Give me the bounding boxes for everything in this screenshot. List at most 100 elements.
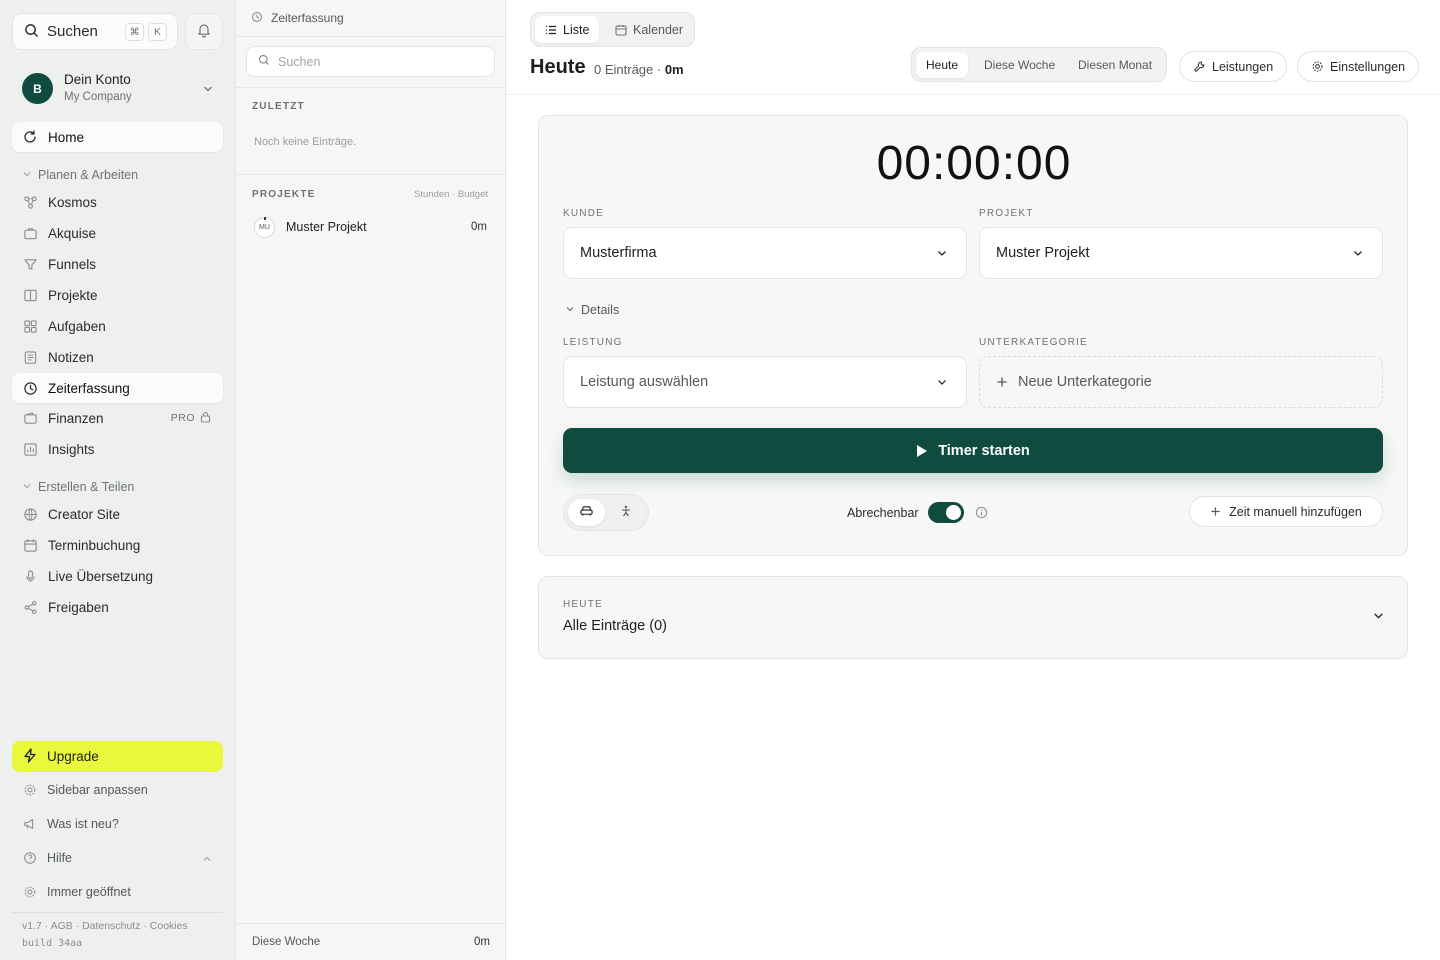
- calendar-icon: [615, 24, 627, 36]
- group-label: Erstellen & Teilen: [38, 480, 135, 494]
- subcategory-label: UNTERKATEGORIE: [979, 337, 1088, 348]
- settings-label: Einstellungen: [1330, 59, 1406, 74]
- sidebar-item-label: Live Übersetzung: [48, 568, 154, 584]
- sidebar-item-projekte[interactable]: Projekte: [12, 280, 223, 310]
- upgrade-button[interactable]: Upgrade: [12, 741, 223, 772]
- sidebar-item-label: Freigaben: [48, 599, 109, 615]
- tab-label: Liste: [563, 22, 590, 37]
- chevron-down-icon: [1352, 247, 1364, 263]
- settings-button[interactable]: Einstellungen: [1297, 51, 1420, 82]
- sidebar-item-akquise[interactable]: Akquise: [12, 218, 223, 248]
- chevron-down-icon: [936, 247, 948, 263]
- help-link[interactable]: Hilfe: [22, 851, 212, 865]
- tab-liste[interactable]: Liste: [535, 16, 600, 43]
- tab-kalender[interactable]: Kalender: [605, 16, 693, 43]
- sidebar-item-finanzen[interactable]: Finanzen PRO: [12, 403, 223, 433]
- chevron-down-icon: [565, 303, 575, 317]
- manual-time-label: Zeit manuell hinzufügen: [1229, 504, 1362, 519]
- sidebar-item-insights[interactable]: Insights: [12, 434, 223, 464]
- project-value: Muster Projekt: [996, 245, 1090, 261]
- client-select[interactable]: Musterfirma: [563, 227, 967, 279]
- whats-new-link[interactable]: Was ist neu?: [22, 817, 119, 831]
- network-icon: [22, 194, 38, 210]
- account-name: Dein Konto: [64, 72, 131, 87]
- gear-icon: [1311, 60, 1324, 73]
- tab-heute[interactable]: Heute: [916, 52, 969, 78]
- entries-card[interactable]: HEUTE Alle Einträge (0): [538, 576, 1408, 659]
- group-planen-arbeiten[interactable]: Planen & Arbeiten: [22, 168, 138, 182]
- total-duration: 0m: [664, 62, 684, 77]
- share-icon: [22, 599, 38, 615]
- plus-icon: [1210, 506, 1221, 517]
- sidebar-item-label: Aufgaben: [48, 318, 106, 334]
- project-hours: 0m: [471, 221, 487, 233]
- sidebar-customize-link[interactable]: Sidebar anpassen: [22, 783, 148, 797]
- page-title: Heute: [530, 56, 586, 78]
- notifications-button[interactable]: [185, 13, 223, 50]
- billable-label: Abrechenbar: [847, 505, 919, 520]
- chevron-down-icon: [936, 376, 948, 392]
- always-open-toggle[interactable]: Immer geöffnet: [22, 885, 131, 899]
- group-erstellen-teilen[interactable]: Erstellen & Teilen: [22, 480, 134, 494]
- start-timer-button[interactable]: Timer starten: [563, 428, 1383, 473]
- panel-header: Zeiterfassung: [236, 0, 506, 37]
- week-summary-value: 0m: [474, 936, 490, 948]
- plus-icon: [996, 376, 1008, 388]
- add-manual-time-button[interactable]: Zeit manuell hinzufügen: [1189, 496, 1383, 527]
- time-tracking-panel: Zeiterfassung ZULETZT Noch keine Einträg…: [236, 0, 506, 960]
- sidebar-item-aufgaben[interactable]: Aufgaben: [12, 311, 223, 341]
- sidebar-item-terminbuchung[interactable]: Terminbuchung: [12, 530, 223, 560]
- billable-switch[interactable]: [927, 502, 964, 523]
- tab-diese-woche[interactable]: Diese Woche: [974, 52, 1065, 78]
- project-select[interactable]: Muster Projekt: [979, 227, 1383, 279]
- play-icon: [916, 444, 928, 458]
- chart-icon: [22, 441, 38, 457]
- shortcut-key-k: K: [148, 23, 167, 41]
- timer-card: 00:00:00 KUNDE Musterfirma PROJEKT Muste…: [538, 115, 1408, 556]
- sidebar-item-funnels[interactable]: Funnels: [12, 249, 223, 279]
- columns-icon: [22, 287, 38, 303]
- recent-empty-text: Noch keine Einträge.: [254, 136, 357, 148]
- footer-item-label: Was ist neu?: [47, 817, 119, 831]
- service-select[interactable]: Leistung auswählen: [563, 356, 967, 408]
- briefcase-icon: [22, 225, 38, 241]
- global-search[interactable]: Suchen ⌘ K: [12, 13, 178, 50]
- sidebar-item-zeiterfassung[interactable]: Zeiterfassung: [12, 373, 223, 403]
- account-company: My Company: [64, 91, 132, 103]
- services-button[interactable]: Leistungen: [1179, 51, 1288, 82]
- sidebar-item-label: Akquise: [48, 225, 97, 241]
- sidebar-item-creator-site[interactable]: Creator Site: [12, 499, 223, 529]
- lightning-icon: [23, 747, 37, 766]
- sidebar-item-notizen[interactable]: Notizen: [12, 342, 223, 372]
- projects-meta: Stunden · Budget: [414, 189, 488, 200]
- megaphone-icon: [22, 817, 38, 831]
- divider: [236, 87, 506, 88]
- sidebar-item-freigaben[interactable]: Freigaben: [12, 592, 223, 622]
- week-summary: Diese Woche 0m: [236, 923, 506, 960]
- avatar: B: [22, 73, 53, 104]
- sidebar-item-home[interactable]: Home: [12, 122, 223, 152]
- divider: [236, 174, 506, 175]
- mode-office-button[interactable]: [568, 499, 605, 526]
- sofa-icon: [580, 505, 593, 520]
- wrench-icon: [1193, 60, 1206, 73]
- panel-search[interactable]: [246, 46, 495, 77]
- sidebar: Suchen ⌘ K B Dein Konto My Company Home …: [0, 0, 236, 960]
- sidebar-item-kosmos[interactable]: Kosmos: [12, 187, 223, 217]
- version-links[interactable]: v1.7 · AGB · Datenschutz · Cookies: [22, 920, 188, 932]
- view-toggle: Liste Kalender: [530, 12, 695, 47]
- project-row[interactable]: MU Muster Projekt 0m: [246, 212, 495, 242]
- tab-diesen-monat[interactable]: Diesen Monat: [1068, 52, 1162, 78]
- account-switcher[interactable]: B Dein Konto My Company: [12, 66, 224, 112]
- shortcut-key-cmd: ⌘: [125, 23, 144, 41]
- main-content: Liste Kalender Heute 0 Einträge · 0m Heu…: [506, 0, 1440, 960]
- mode-field-button[interactable]: [607, 499, 644, 526]
- details-toggle[interactable]: Details: [565, 303, 619, 317]
- microphone-icon: [22, 568, 38, 584]
- funnel-icon: [22, 256, 38, 272]
- info-icon[interactable]: [975, 506, 988, 519]
- sidebar-item-live-uebersetzung[interactable]: Live Übersetzung: [12, 561, 223, 591]
- panel-search-input[interactable]: [278, 54, 478, 69]
- sidebar-item-label: Projekte: [48, 287, 98, 303]
- add-subcategory-button[interactable]: Neue Unterkategorie: [979, 356, 1383, 408]
